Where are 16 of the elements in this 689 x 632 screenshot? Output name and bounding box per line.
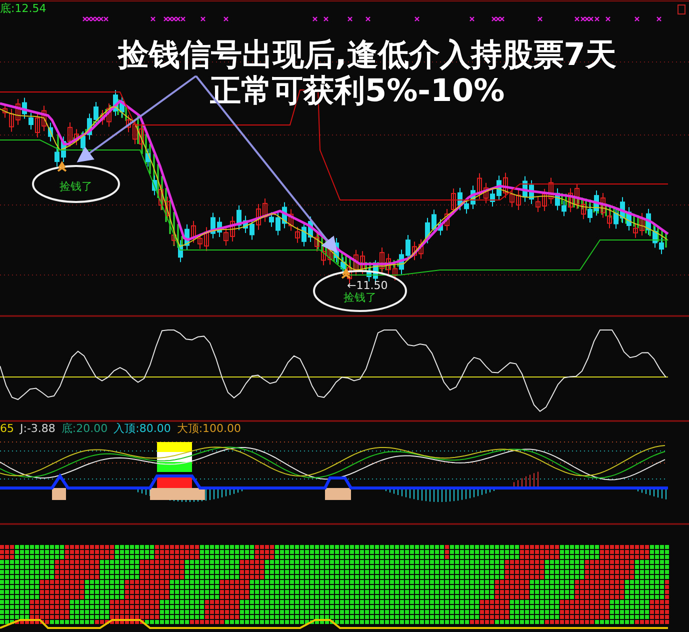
signal-block [52,488,66,500]
price-label: ←11.50 [347,279,388,292]
signal-block [150,488,205,500]
indicator-readout: 65 [0,422,14,435]
indicator-readout: 底:20.00 [61,422,108,435]
signal-label: 捡钱了 [60,180,92,193]
signal-block [325,488,351,500]
price-readout: 底:12.54 [0,2,46,15]
stacked-signal-block [157,442,192,488]
indicator-readout: 大顶:100.00 [176,422,242,435]
indicator-readout: 入顶:80.00 [114,422,171,435]
headline-text: 捡钱信号出现后,逢低介入持股票7天 [118,37,616,73]
signal-label: 捡钱了 [344,291,376,304]
indicator-readout: J:-3.88 [20,422,56,435]
headline-text: 正常可获利5%-10% [210,73,505,109]
window-icon [678,4,686,14]
